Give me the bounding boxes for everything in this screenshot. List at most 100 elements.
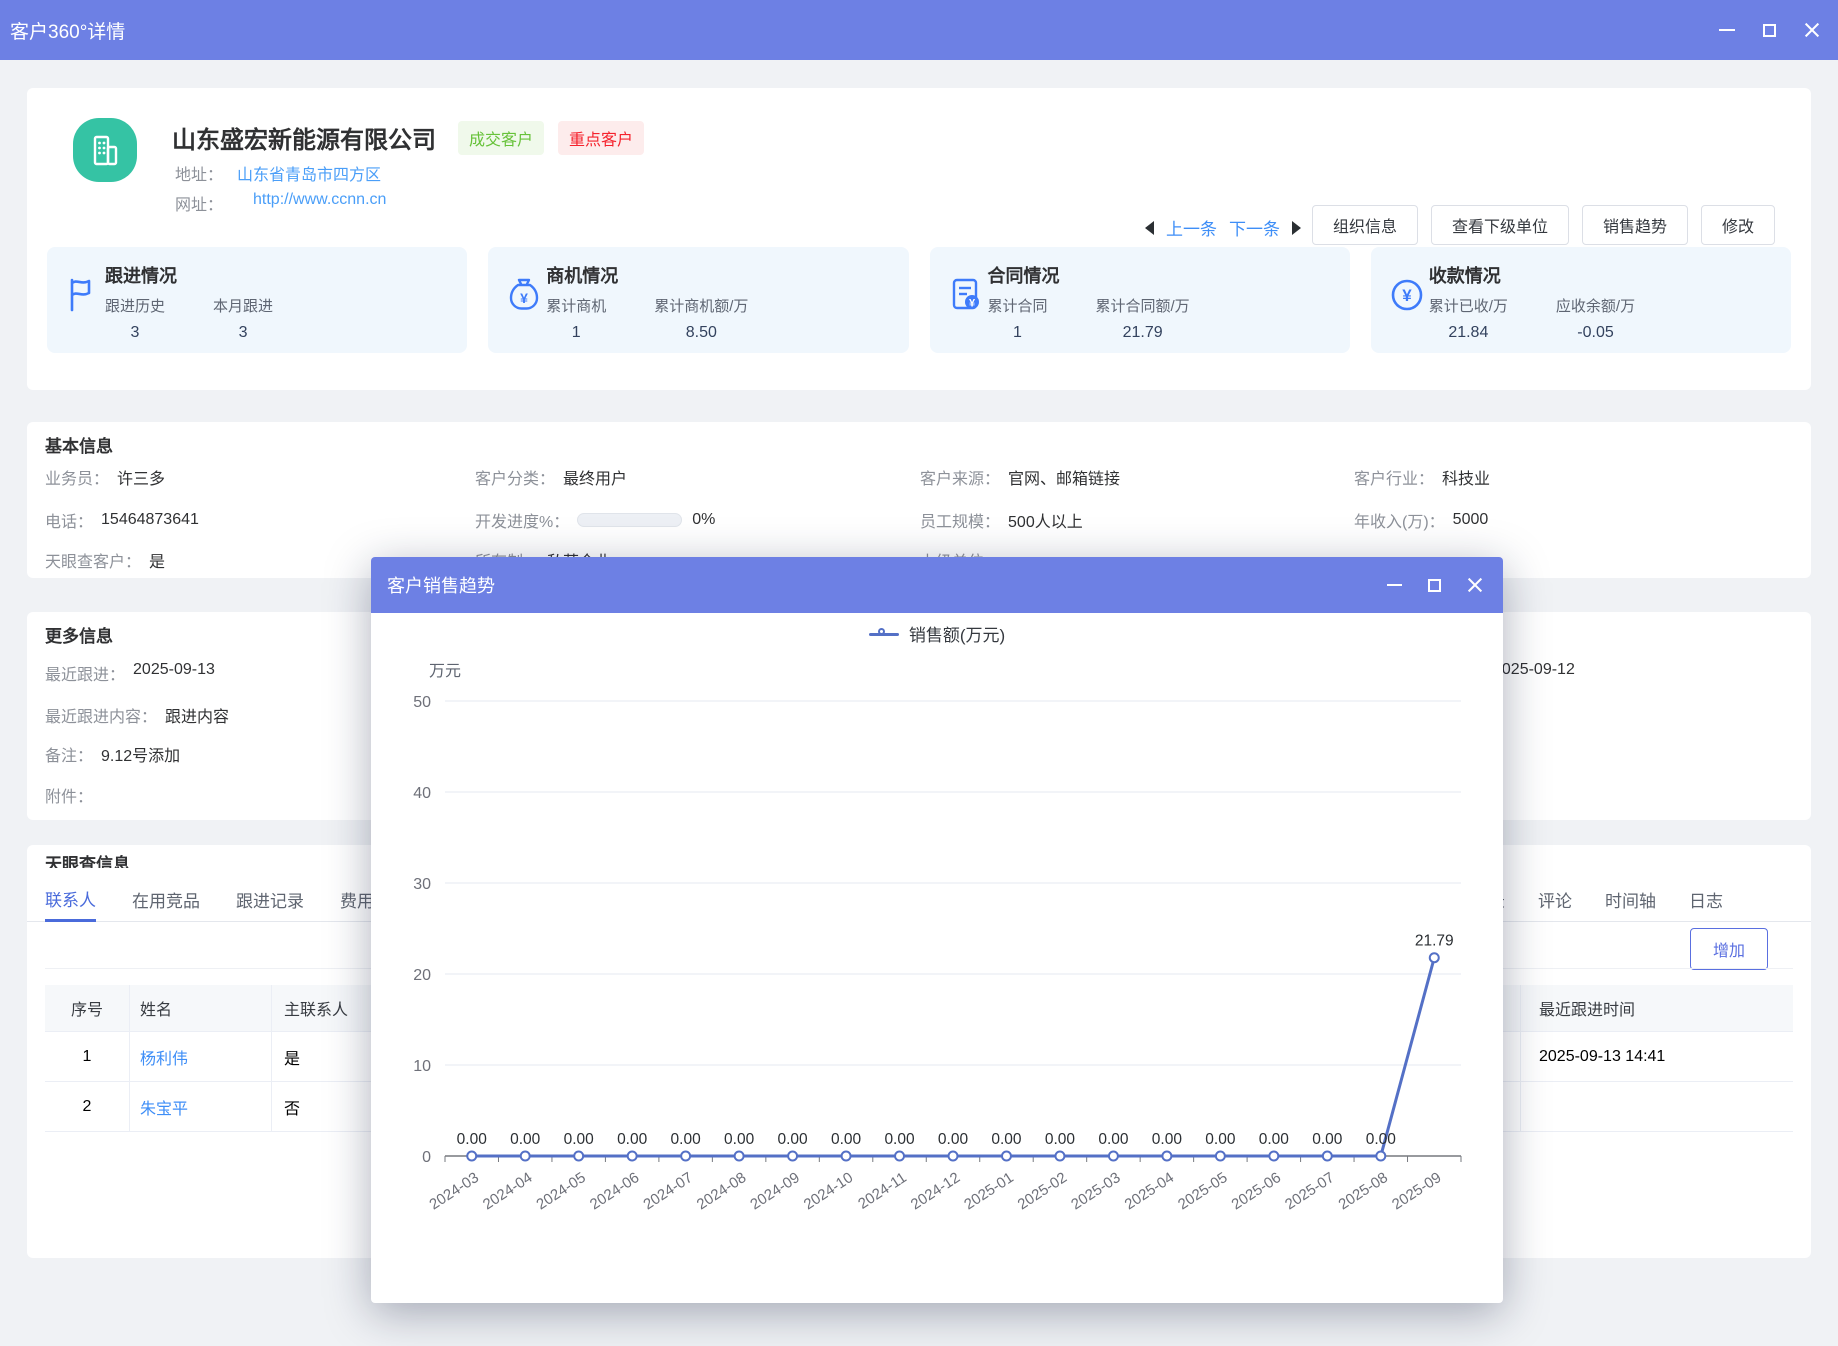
modal-maximize-icon[interactable] xyxy=(1428,579,1441,592)
modal-close-icon[interactable] xyxy=(1467,577,1483,593)
svg-text:2025-01: 2025-01 xyxy=(961,1169,1016,1213)
website-link[interactable]: http://www.ccnn.cn xyxy=(253,191,386,215)
svg-text:0.00: 0.00 xyxy=(510,1131,541,1148)
tab-logs[interactable]: 日志 xyxy=(1689,877,1723,922)
svg-text:2024-03: 2024-03 xyxy=(426,1169,481,1213)
field-label: 业务员： xyxy=(45,465,109,489)
field-label: 电话： xyxy=(45,508,93,532)
field-label: 员工规模： xyxy=(920,508,1000,532)
close-icon[interactable] xyxy=(1804,22,1820,38)
stat-value: 8.50 xyxy=(654,324,748,342)
edit-button[interactable]: 修改 xyxy=(1701,205,1775,245)
deal-customer-tag: 成交客户 xyxy=(458,121,544,155)
key-customer-tag: 重点客户 xyxy=(558,121,644,155)
stat-title: 商机情况 xyxy=(546,262,748,288)
svg-text:0.00: 0.00 xyxy=(564,1131,595,1148)
tab-followup-records[interactable]: 跟进记录 xyxy=(236,877,304,922)
view-subordinate-units-button[interactable]: 查看下级单位 xyxy=(1431,205,1569,245)
tab-timeline[interactable]: 时间轴 xyxy=(1605,877,1656,922)
svg-text:2025-07: 2025-07 xyxy=(1282,1169,1337,1213)
contract-stat-card: ¥ 合同情况 累计合同1 累计合同额/万21.79 xyxy=(930,247,1350,353)
chart-legend[interactable]: 销售额(万元) xyxy=(371,621,1503,646)
y-axis-unit-label: 万元 xyxy=(429,657,461,681)
next-record-link[interactable]: 下一条 xyxy=(1229,215,1280,240)
tianyancha-section-title: 天眼查信息 xyxy=(45,855,130,868)
svg-text:20: 20 xyxy=(413,967,431,984)
field-label: 客户来源： xyxy=(920,465,1000,489)
prev-record-link[interactable]: 上一条 xyxy=(1166,215,1217,240)
field-label: 最近跟进内容： xyxy=(45,703,157,727)
building-icon xyxy=(87,132,123,168)
svg-text:0.00: 0.00 xyxy=(1205,1131,1236,1148)
field-label: 客户分类： xyxy=(475,465,555,489)
maximize-icon[interactable] xyxy=(1763,24,1776,37)
basic-info-card: 基本信息 业务员：许三多 客户分类：最终用户 客户来源：官网、邮箱链接 客户行业… xyxy=(27,422,1811,578)
stat-title: 跟进情况 xyxy=(105,262,273,288)
contact-name-link[interactable]: 杨利伟 xyxy=(140,1045,188,1069)
tab-contacts[interactable]: 联系人 xyxy=(45,877,96,922)
address-value[interactable]: 山东省青岛市四方区 xyxy=(237,161,381,185)
modal-title: 客户销售趋势 xyxy=(387,572,495,598)
stat-value: -0.05 xyxy=(1556,324,1635,342)
next-arrow-icon[interactable] xyxy=(1292,221,1301,235)
stats-row: 跟进情况 跟进历史3 本月跟进3 ¥ 商机情况 累计商机1 累计商机额/万8.5… xyxy=(47,247,1791,353)
svg-text:0.00: 0.00 xyxy=(1098,1131,1129,1148)
field-label: 客户行业： xyxy=(1354,465,1434,489)
more-info-title: 更多信息 xyxy=(45,622,113,647)
address-label: 地址： xyxy=(175,161,223,185)
org-info-button[interactable]: 组织信息 xyxy=(1312,205,1418,245)
svg-text:2024-04: 2024-04 xyxy=(480,1169,535,1213)
followup-stat-card: 跟进情况 跟进历史3 本月跟进3 xyxy=(47,247,467,353)
tab-competing-products[interactable]: 在用竞品 xyxy=(132,877,200,922)
svg-text:0.00: 0.00 xyxy=(831,1131,862,1148)
svg-text:0.00: 0.00 xyxy=(671,1131,702,1148)
svg-text:2025-08: 2025-08 xyxy=(1336,1169,1391,1213)
svg-text:2024-08: 2024-08 xyxy=(694,1169,749,1213)
cell-last-follow-time: 2025-09-13 14:41 xyxy=(1521,1032,1793,1081)
sales-trend-button[interactable]: 销售趋势 xyxy=(1582,205,1688,245)
svg-text:2024-09: 2024-09 xyxy=(747,1169,802,1213)
company-name: 山东盛宏新能源有限公司 xyxy=(172,120,436,155)
field-label: 开发进度%： xyxy=(475,508,569,532)
flag-icon xyxy=(65,276,105,338)
tab-expenses[interactable]: 费用 xyxy=(340,877,374,922)
svg-text:0.00: 0.00 xyxy=(457,1131,488,1148)
svg-text:2025-05: 2025-05 xyxy=(1175,1169,1230,1213)
field-value: 2025-09-13 xyxy=(133,661,215,685)
legend-label: 销售额(万元) xyxy=(909,621,1005,646)
stat-value: 1 xyxy=(988,324,1048,342)
field-label: 天眼查客户： xyxy=(45,548,141,572)
svg-text:0.00: 0.00 xyxy=(1152,1131,1183,1148)
modal-titlebar[interactable]: 客户销售趋势 xyxy=(371,557,1503,613)
svg-text:2025-03: 2025-03 xyxy=(1068,1169,1123,1213)
contact-name-link[interactable]: 朱宝平 xyxy=(140,1095,188,1119)
progress-bar xyxy=(577,513,682,527)
col-last-follow-time: 最近跟进时间 xyxy=(1521,985,1793,1031)
svg-text:2025-02: 2025-02 xyxy=(1015,1169,1070,1213)
tab-comments[interactable]: 评论 xyxy=(1538,877,1572,922)
field-value: 跟进内容 xyxy=(165,703,229,727)
line-series-icon xyxy=(869,628,899,640)
svg-text:0.00: 0.00 xyxy=(1366,1131,1397,1148)
progress-value: 0% xyxy=(692,511,715,529)
prev-arrow-icon[interactable] xyxy=(1145,221,1154,235)
svg-text:0.00: 0.00 xyxy=(724,1131,755,1148)
stat-value: 1 xyxy=(546,324,606,342)
money-bag-icon: ¥ xyxy=(506,276,546,338)
svg-text:40: 40 xyxy=(413,785,431,802)
stat-label: 累计已收/万 xyxy=(1429,295,1508,316)
svg-text:0.00: 0.00 xyxy=(1312,1131,1343,1148)
add-contact-button[interactable]: 增加 xyxy=(1690,928,1768,970)
sales-trend-chart-area: 010203040502024-032024-042024-052024-062… xyxy=(371,613,1503,1303)
sales-trend-chart: 010203040502024-032024-042024-052024-062… xyxy=(371,613,1503,1303)
minimize-icon[interactable] xyxy=(1719,29,1735,31)
modal-minimize-icon[interactable] xyxy=(1387,584,1402,586)
stat-label: 累计商机额/万 xyxy=(654,295,748,316)
col-name: 姓名 xyxy=(130,985,272,1031)
svg-text:0.00: 0.00 xyxy=(777,1131,808,1148)
customer-360-window: 客户360°详情 山东盛宏新能源有限公司 成交客户 重点客户 地址： 山东省青岛… xyxy=(0,0,1838,1346)
website-label: 网址： xyxy=(175,191,223,215)
svg-text:30: 30 xyxy=(413,876,431,893)
field-label: 年收入(万)： xyxy=(1354,508,1445,532)
svg-text:2024-07: 2024-07 xyxy=(640,1169,695,1213)
